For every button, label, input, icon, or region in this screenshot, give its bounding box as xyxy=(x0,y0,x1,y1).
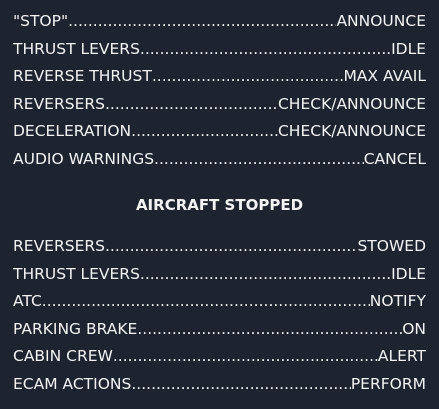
leader-dots xyxy=(113,343,378,371)
leader-dots xyxy=(105,91,278,119)
checklist-row: ATC NOTIFY xyxy=(13,288,426,316)
checklist-row: ECAM ACTIONS PERFORM xyxy=(13,371,426,399)
checklist-item-label: "STOP" xyxy=(13,12,69,30)
checklist-item-label: REVERSERS xyxy=(13,237,105,255)
checklist-row: REVERSERS STOWED xyxy=(13,233,426,261)
checklist-item-label: REVERSE THRUST xyxy=(13,67,152,86)
checklist-item-label: AUDIO WARNINGS xyxy=(13,149,155,168)
checklist-row: REVERSE THRUST MAX AVAIL xyxy=(13,63,426,91)
checklist-item-label: DECELERATION xyxy=(13,122,132,141)
leader-dots xyxy=(68,8,336,36)
checklist-action-label: NOTIFY xyxy=(369,292,426,311)
checklist-section-rejected-takeoff: "STOP" ANNOUNCE THRUST LEVERS IDLE REVER… xyxy=(13,8,426,174)
leader-dots xyxy=(154,146,364,174)
checklist-row: THRUST LEVERS IDLE xyxy=(13,261,426,289)
section-heading: AIRCRAFT STOPPED xyxy=(135,196,304,214)
checklist-action-label: MAX AVAIL xyxy=(343,67,426,86)
checklist-action-label: STOWED xyxy=(357,237,426,255)
leader-dots xyxy=(137,316,402,344)
checklist-item-label: CABIN CREW xyxy=(13,347,113,366)
leader-dots xyxy=(42,288,370,316)
checklist-row: "STOP" ANNOUNCE xyxy=(13,8,426,36)
checklist-action-label: CANCEL xyxy=(363,149,426,168)
checklist-action-label: IDLE xyxy=(391,39,426,58)
checklist-row: THRUST LEVERS IDLE xyxy=(13,36,426,64)
checklist-item-label: REVERSERS xyxy=(13,94,105,113)
leader-dots xyxy=(140,261,391,289)
checklist-item-label: PARKING BRAKE xyxy=(13,319,138,338)
checklist-action-label: CHECK/ANNOUNCE xyxy=(277,122,426,141)
leader-dots xyxy=(152,63,344,91)
leader-dots xyxy=(131,371,350,399)
leader-dots xyxy=(131,118,278,146)
checklist-action-label: ANNOUNCE xyxy=(336,12,426,30)
checklist-action-label: PERFORM xyxy=(350,374,426,393)
checklist-row: REVERSERS CHECK/ANNOUNCE xyxy=(13,91,426,119)
checklist-action-label: CHECK/ANNOUNCE xyxy=(277,94,426,113)
checklist-row: PARKING BRAKE ON xyxy=(13,316,426,344)
checklist-item-label: THRUST LEVERS xyxy=(13,39,140,58)
checklist-row: AUDIO WARNINGS CANCEL xyxy=(13,146,426,174)
checklist-action-label: IDLE xyxy=(391,264,426,283)
leader-dots xyxy=(105,233,357,261)
checklist-row: CABIN CREW ALERT xyxy=(13,343,426,371)
checklist-row: DECELERATION CHECK/ANNOUNCE xyxy=(13,118,426,146)
checklist-item-label: THRUST LEVERS xyxy=(13,264,140,283)
leader-dots xyxy=(140,36,391,64)
checklist-item-label: ECAM ACTIONS xyxy=(13,374,132,393)
checklist-section-aircraft-stopped: REVERSERS STOWED THRUST LEVERS IDLE ATC … xyxy=(13,233,426,399)
checklist-item-label: ATC xyxy=(13,292,42,311)
checklist-action-label: ON xyxy=(402,319,426,338)
checklist-action-label: ALERT xyxy=(377,347,426,366)
